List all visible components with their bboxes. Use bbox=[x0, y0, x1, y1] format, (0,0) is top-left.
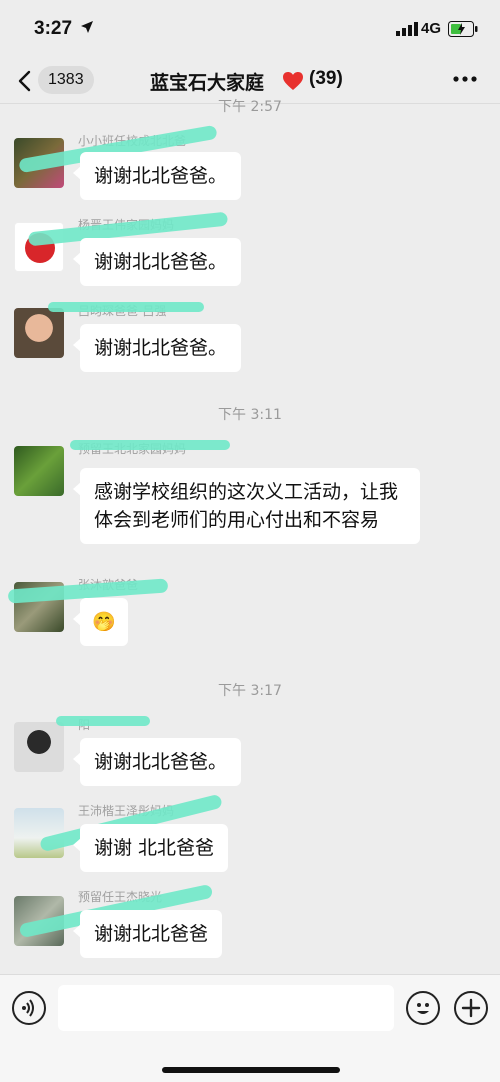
battery-icon bbox=[448, 21, 478, 37]
timestamp: 下午 3:17 bbox=[218, 683, 282, 699]
message-bubble[interactable]: 感谢学校组织的这次义工活动，让我体会到老师们的用心付出和不容易 bbox=[73, 468, 420, 544]
heart-icon bbox=[283, 72, 303, 90]
status-time: 3:27 bbox=[34, 18, 73, 39]
redaction-scribble bbox=[48, 302, 204, 312]
avatar[interactable] bbox=[14, 308, 64, 358]
redaction-scribble bbox=[70, 440, 230, 450]
status-bar: 3:27 4G bbox=[0, 0, 500, 58]
message-input[interactable] bbox=[58, 985, 394, 1031]
timestamp: 下午 2:57 bbox=[218, 99, 282, 115]
emoji-button[interactable] bbox=[406, 991, 440, 1025]
message-bubble[interactable]: 谢谢北北爸爸。 bbox=[72, 324, 242, 372]
plus-icon bbox=[461, 998, 481, 1018]
emoji-icon bbox=[417, 1003, 429, 1014]
message-bubble[interactable]: 谢谢北北爸爸 bbox=[72, 910, 223, 958]
member-count: (39) bbox=[309, 68, 343, 89]
message-bubble[interactable]: 谢谢北北爸爸。 bbox=[72, 152, 242, 200]
message-bubble[interactable]: 🤭 bbox=[73, 598, 128, 646]
back-chevron-icon[interactable] bbox=[16, 70, 34, 92]
avatar[interactable] bbox=[14, 446, 64, 496]
signal-icon bbox=[396, 22, 418, 36]
chat-area[interactable]: 下午 2:57 小小班任校成北北爸 谢谢北北爸爸。 杨晋王伟家园妈妈 谢谢北北爸… bbox=[0, 99, 500, 974]
voice-button[interactable] bbox=[12, 991, 46, 1025]
avatar[interactable] bbox=[14, 808, 64, 858]
message-bubble[interactable]: 谢谢北北爸爸。 bbox=[72, 238, 242, 286]
chat-title: 蓝宝石大家庭 bbox=[150, 72, 265, 94]
more-icon[interactable] bbox=[452, 74, 478, 84]
back-unread-count[interactable]: 1383 bbox=[38, 66, 94, 94]
avatar[interactable] bbox=[14, 722, 64, 772]
message-bubble[interactable]: 谢谢 北北爸爸 bbox=[72, 824, 229, 872]
network-type: 4G bbox=[421, 20, 442, 37]
timestamp: 下午 3:11 bbox=[218, 407, 282, 423]
input-bar bbox=[0, 974, 500, 1082]
plus-button[interactable] bbox=[454, 991, 488, 1025]
redaction-scribble bbox=[56, 716, 150, 726]
home-indicator bbox=[162, 1067, 340, 1073]
voice-icon bbox=[22, 999, 34, 1017]
message-bubble[interactable]: 谢谢北北爸爸。 bbox=[72, 738, 242, 786]
location-arrow-icon bbox=[81, 21, 93, 33]
